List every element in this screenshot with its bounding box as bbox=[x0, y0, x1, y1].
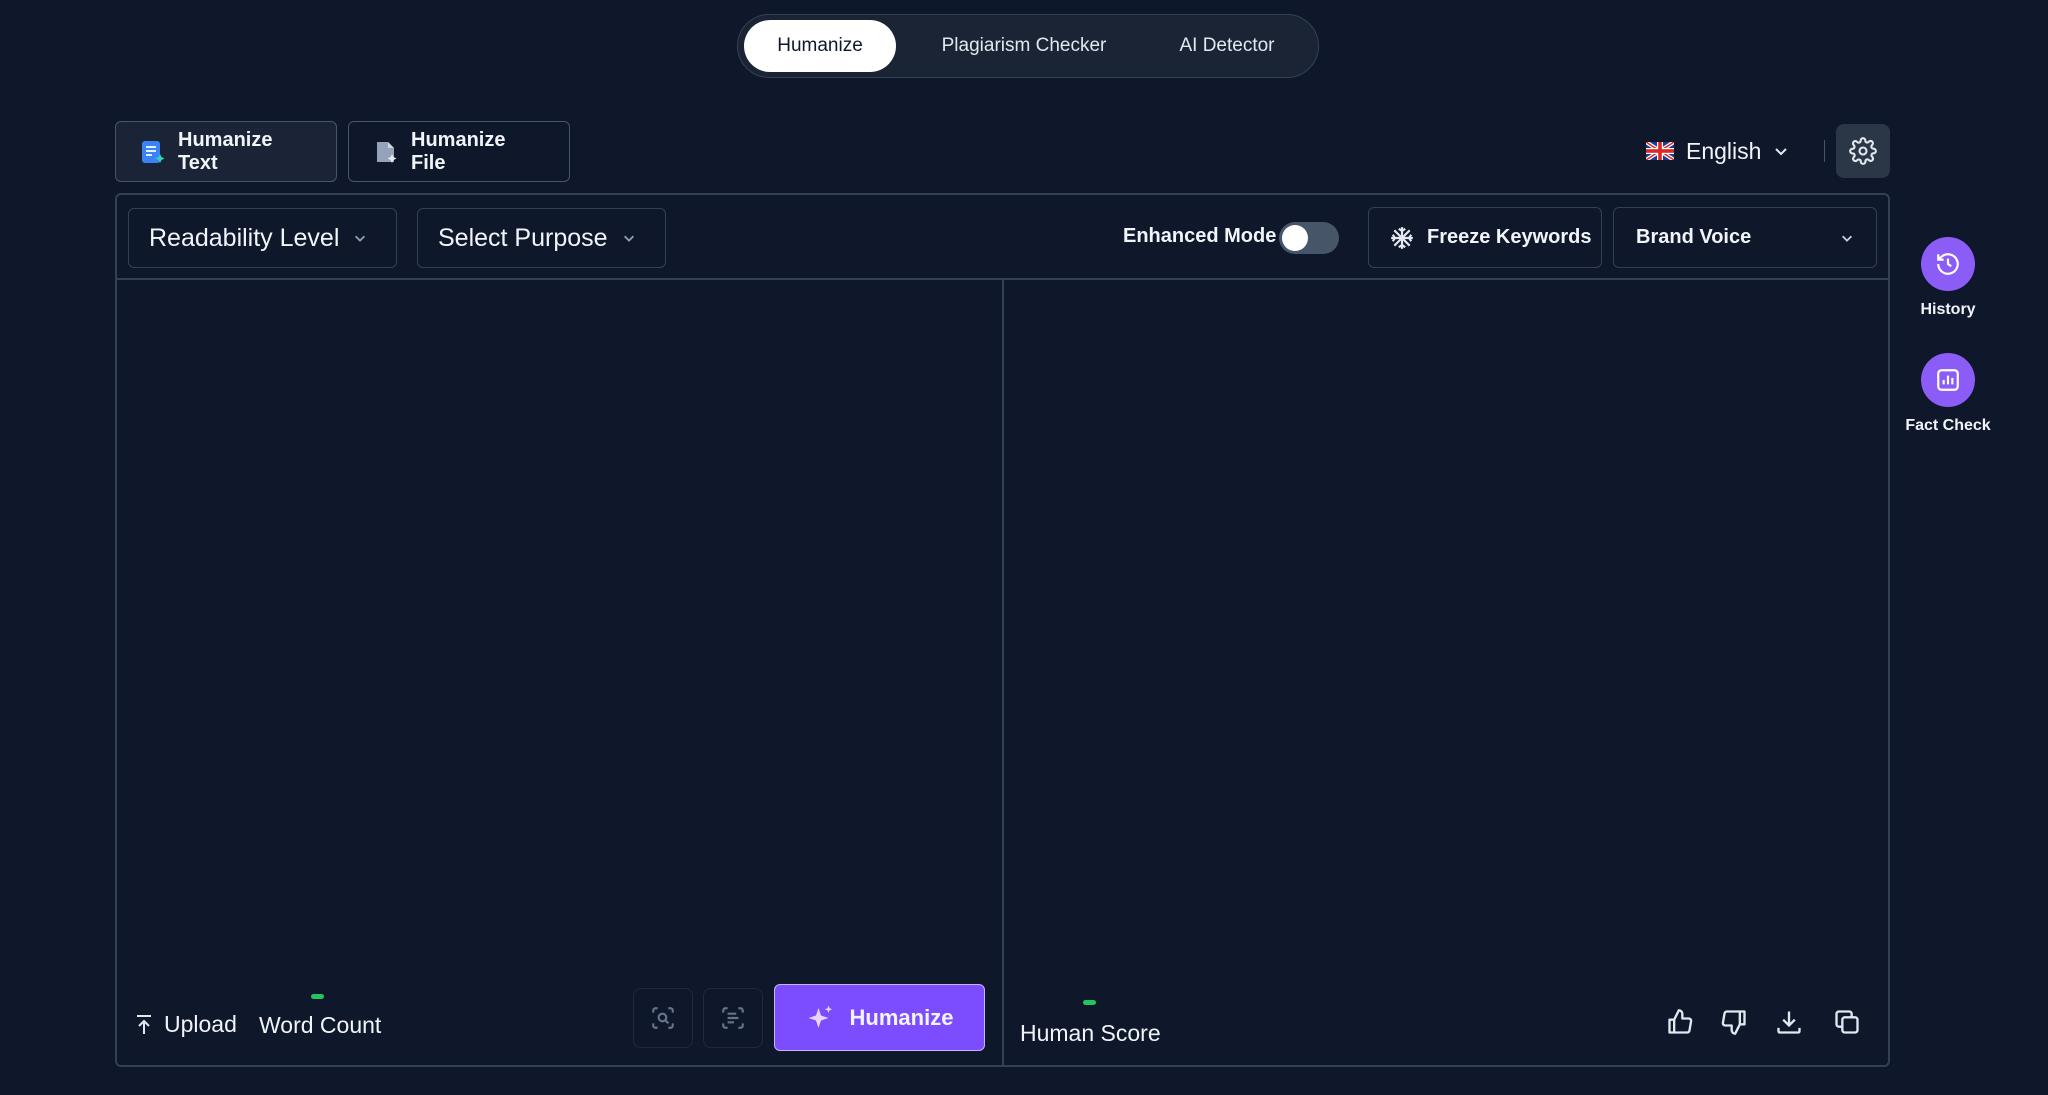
history-circle bbox=[1921, 237, 1975, 291]
chevron-down-icon bbox=[622, 231, 636, 245]
select-purpose-dropdown[interactable]: Select Purpose bbox=[417, 208, 666, 268]
output-text-area[interactable] bbox=[1004, 282, 1888, 882]
tab-humanize[interactable]: Humanize bbox=[744, 20, 896, 72]
chevron-down-icon bbox=[1773, 143, 1789, 159]
fact-check-circle bbox=[1921, 353, 1975, 407]
enhanced-mode-label: Enhanced Mode bbox=[1123, 225, 1277, 247]
word-count-indicator bbox=[311, 994, 324, 999]
toggle-knob bbox=[1282, 225, 1308, 251]
tab-plagiarism-checker[interactable]: Plagiarism Checker bbox=[896, 20, 1152, 72]
upload-icon bbox=[134, 1014, 154, 1036]
copy-button[interactable] bbox=[1830, 1005, 1864, 1039]
sparkles-icon bbox=[806, 1003, 836, 1033]
language-select[interactable]: English bbox=[1646, 131, 1789, 171]
history-button[interactable]: History bbox=[1895, 237, 2001, 319]
freeze-keywords-label: Freeze Keywords bbox=[1427, 226, 1592, 248]
gear-icon bbox=[1849, 137, 1877, 165]
thumbs-down-button[interactable] bbox=[1717, 1005, 1751, 1039]
brand-voice-dropdown[interactable]: Brand Voice bbox=[1613, 207, 1877, 268]
text-document-icon bbox=[140, 139, 166, 165]
scan-text-button[interactable] bbox=[703, 988, 763, 1048]
tab-ai-detector[interactable]: AI Detector bbox=[1152, 20, 1302, 72]
settings-button[interactable] bbox=[1836, 124, 1890, 178]
download-icon bbox=[1775, 1008, 1803, 1036]
snowflake-icon bbox=[1389, 225, 1415, 251]
fact-check-button[interactable]: Fact Check bbox=[1895, 353, 2001, 435]
editor-toolbar: Readability Level Select Purpose Enhance… bbox=[117, 195, 1888, 280]
thumbs-up-button[interactable] bbox=[1663, 1005, 1697, 1039]
upload-button[interactable]: Upload bbox=[134, 1011, 237, 1038]
editor-panel: Readability Level Select Purpose Enhance… bbox=[115, 193, 1890, 1067]
scan-button[interactable] bbox=[633, 988, 693, 1048]
input-text-area[interactable] bbox=[117, 282, 1002, 882]
humanize-file-label: Humanize File bbox=[411, 128, 506, 174]
word-count-label: Word Count bbox=[259, 1012, 382, 1038]
divider bbox=[1824, 140, 1825, 162]
copy-icon bbox=[1833, 1008, 1861, 1036]
scan-text-icon bbox=[720, 1005, 746, 1031]
scan-search-icon bbox=[650, 1005, 676, 1031]
freeze-keywords-button[interactable]: Freeze Keywords bbox=[1368, 207, 1602, 268]
download-button[interactable] bbox=[1772, 1005, 1806, 1039]
enhanced-mode-toggle[interactable] bbox=[1279, 222, 1339, 254]
fact-check-label: Fact Check bbox=[1905, 417, 1991, 434]
human-score-indicator bbox=[1083, 1000, 1096, 1005]
readability-level-dropdown[interactable]: Readability Level bbox=[128, 208, 397, 268]
uk-flag-icon bbox=[1646, 142, 1674, 160]
select-purpose-label: Select Purpose bbox=[438, 223, 608, 252]
humanize-text-label: Humanize Text bbox=[178, 128, 273, 174]
mode-tabs: Humanize Plagiarism Checker AI Detector bbox=[737, 14, 1319, 78]
humanize-text-tab[interactable]: Humanize Text bbox=[115, 121, 337, 182]
chevron-down-icon bbox=[1840, 231, 1854, 245]
human-score-label: Human Score bbox=[1020, 1020, 1161, 1046]
humanize-button-label: Humanize bbox=[849, 1004, 954, 1030]
language-label: English bbox=[1686, 137, 1762, 164]
brand-voice-label: Brand Voice bbox=[1636, 226, 1752, 248]
humanize-button[interactable]: Humanize bbox=[774, 984, 985, 1051]
thumbs-up-icon bbox=[1666, 1008, 1694, 1036]
file-icon bbox=[373, 139, 399, 165]
humanize-file-tab[interactable]: Humanize File bbox=[348, 121, 570, 182]
history-icon bbox=[1935, 251, 1961, 277]
chevron-down-icon bbox=[353, 231, 367, 245]
thumbs-down-icon bbox=[1720, 1008, 1748, 1036]
upload-label: Upload bbox=[164, 1011, 237, 1037]
history-label: History bbox=[1920, 301, 1976, 318]
bar-chart-icon bbox=[1935, 367, 1961, 393]
readability-level-label: Readability Level bbox=[149, 223, 340, 252]
